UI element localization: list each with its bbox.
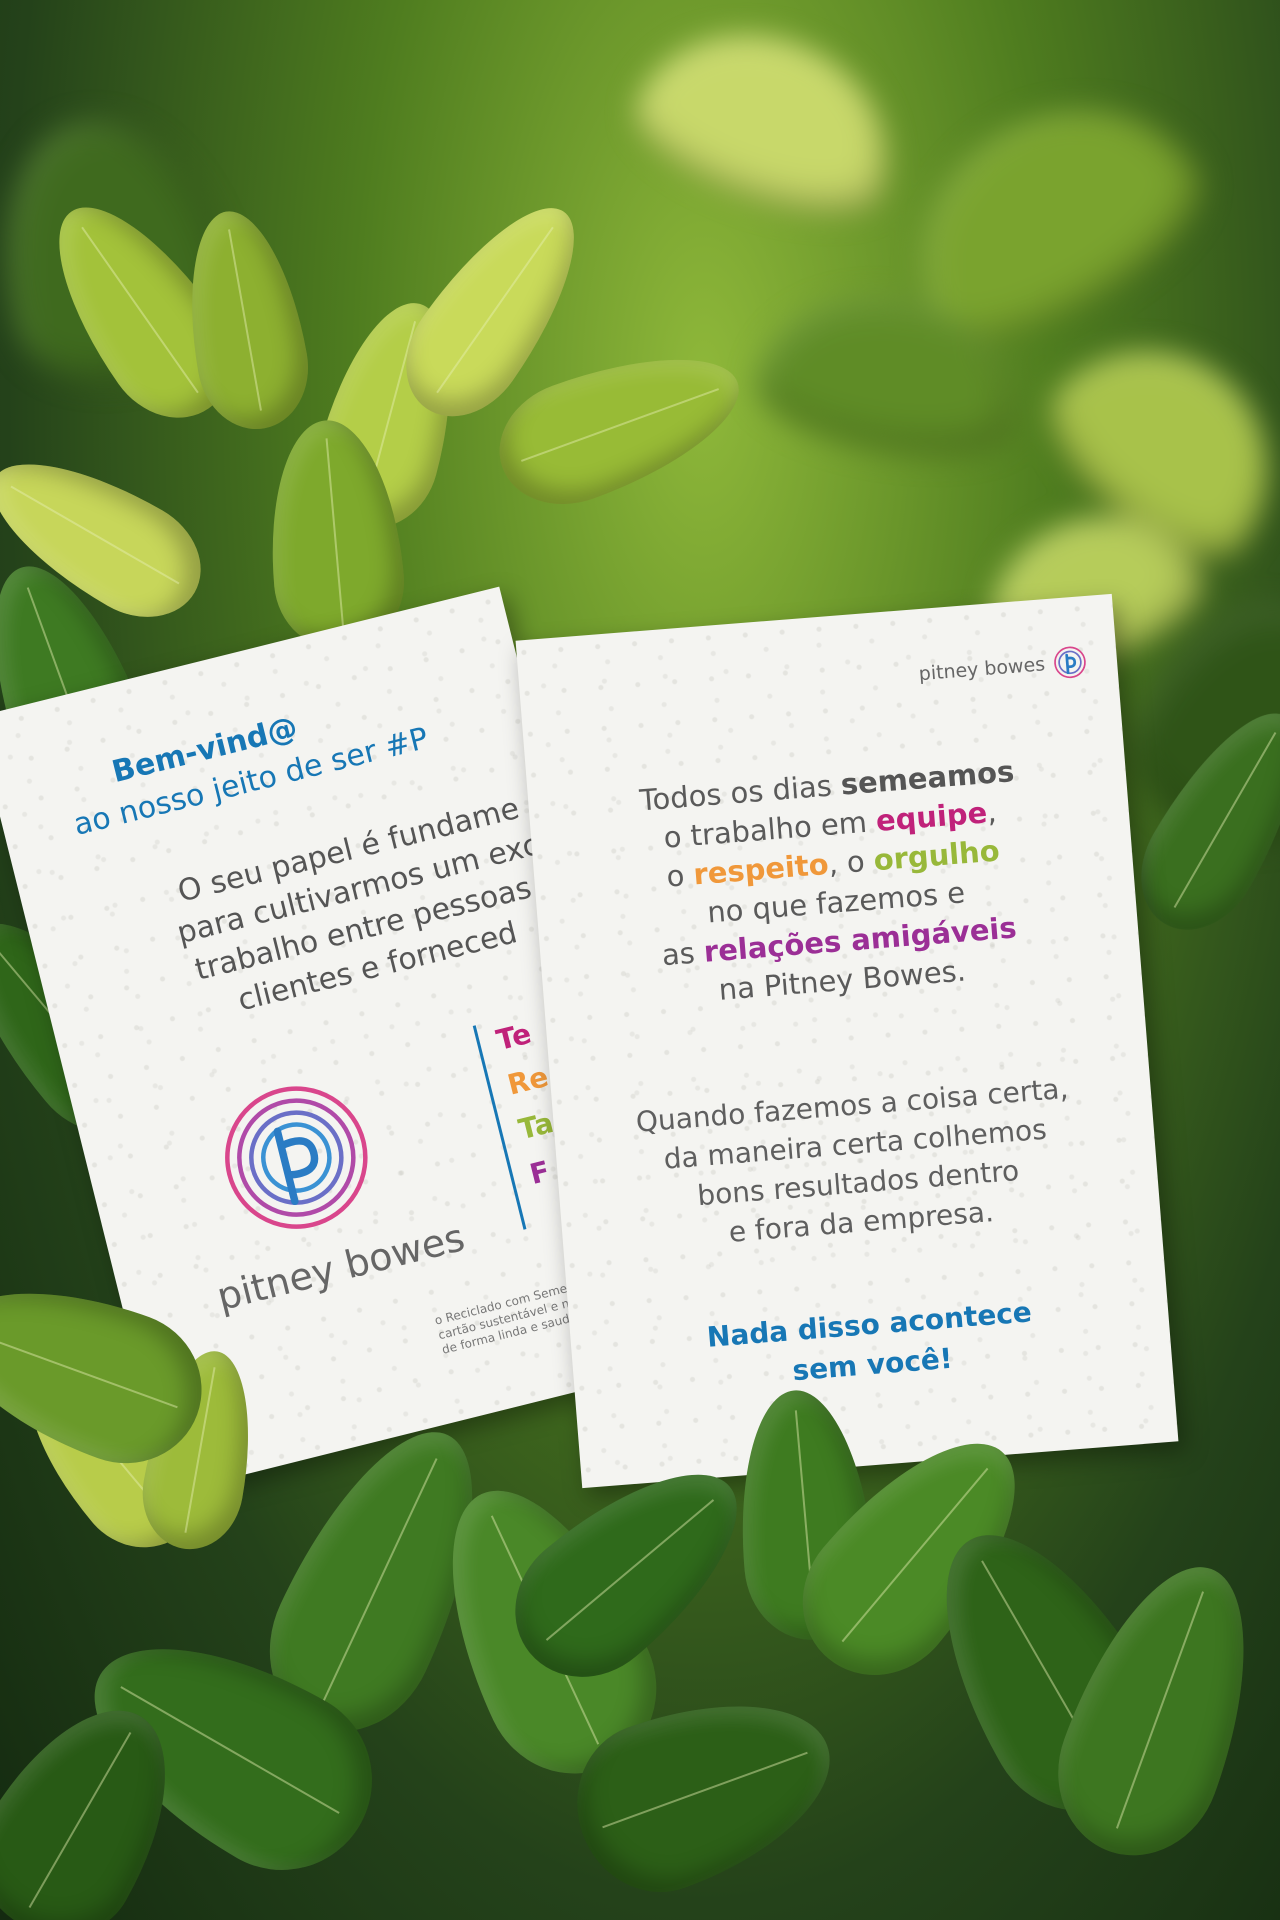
photo-scene: Bem-vind@ ao nosso jeito de ser #P O seu…: [0, 0, 1280, 1920]
pitney-bowes-logo-icon: [1054, 646, 1086, 679]
poem-text: , o: [827, 843, 876, 881]
pitney-bowes-logo-icon: [225, 1086, 368, 1229]
brand-wordmark: pitney bowes: [917, 653, 1046, 686]
closing-message: Nada disso acontece sem você!: [570, 1282, 1172, 1409]
poem-highlight: orgulho: [872, 833, 1001, 878]
poem-text: as: [660, 935, 706, 973]
poem-text: ,: [985, 794, 998, 830]
values-card: pitney bowes Todos os dias semeamos o tr…: [515, 593, 1179, 1489]
poem-text: o: [665, 857, 695, 894]
poem-highlight: equipe: [874, 795, 989, 838]
results-paragraph: Quando fazemos a coisa certa, da maneira…: [552, 1062, 1160, 1264]
values-poem: Todos os dias semeamos o trabalho em equ…: [527, 743, 1142, 1023]
